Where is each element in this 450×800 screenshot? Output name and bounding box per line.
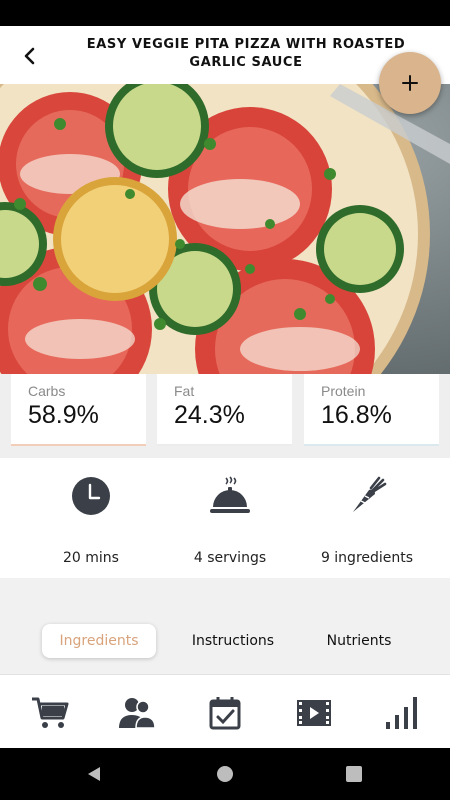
nav-videos[interactable]: [294, 693, 334, 733]
system-back-button[interactable]: [84, 764, 104, 784]
circle-home-icon: [217, 766, 233, 782]
info-servings-text: 4 servings: [193, 550, 267, 566]
macro-card-fat: Fat 24.3%: [157, 374, 292, 446]
bar-chart-icon: [386, 697, 417, 729]
clock-icon: [72, 477, 110, 515]
macro-label: Protein: [321, 383, 366, 399]
nav-stats[interactable]: [382, 693, 422, 733]
macros-row: Carbs 58.9% Fat 24.3% Protein 16.8%: [0, 374, 450, 458]
info-ingredients-text: 9 ingredients: [320, 550, 414, 566]
macro-card-protein: Protein 16.8%: [304, 374, 439, 446]
status-bar: [0, 0, 450, 26]
plus-icon: [402, 75, 418, 91]
system-nav-bar: [0, 748, 450, 800]
macro-value: 16.8%: [321, 401, 392, 429]
macro-label: Carbs: [28, 383, 66, 399]
carrot-icon: [353, 476, 387, 512]
info-time-text: 20 mins: [63, 550, 119, 566]
nav-shopping-cart[interactable]: [30, 693, 70, 733]
tab-ingredients[interactable]: Ingredients: [42, 624, 156, 658]
recipe-photo: [0, 84, 450, 384]
tabs-bar: Ingredients Instructions Nutrients: [0, 578, 450, 674]
serving-dish-icon: [210, 476, 250, 513]
chevron-left-icon: [24, 47, 35, 65]
nav-calendar[interactable]: [205, 693, 245, 733]
info-time: 20 mins: [16, 474, 166, 566]
add-button[interactable]: [379, 52, 441, 114]
info-servings: 4 servings: [155, 474, 305, 566]
macro-label: Fat: [174, 383, 195, 399]
system-home-button[interactable]: [215, 764, 235, 784]
users-icon: [119, 698, 156, 729]
nav-users[interactable]: [117, 693, 157, 733]
recipe-title: EASY VEGGIE PITA PIZZA WITH ROASTED GARL…: [86, 37, 406, 70]
system-recents-button[interactable]: [344, 764, 364, 784]
macro-value: 58.9%: [28, 401, 99, 429]
bottom-nav: [0, 674, 450, 748]
tab-instructions[interactable]: Instructions: [176, 624, 290, 658]
macro-value: 24.3%: [174, 401, 245, 429]
recipe-info-row: 20 mins 4 servings 9 ingredients: [0, 458, 450, 578]
calendar-check-icon: [209, 697, 241, 730]
back-button[interactable]: [14, 40, 46, 72]
triangle-back-icon: [88, 767, 100, 781]
video-film-icon: [297, 700, 331, 726]
tab-nutrients[interactable]: Nutrients: [302, 624, 416, 658]
shopping-cart-icon: [32, 697, 69, 728]
macro-card-carbs: Carbs 58.9%: [11, 374, 146, 446]
info-ingredients: 9 ingredients: [292, 474, 442, 566]
square-recents-icon: [346, 766, 362, 782]
